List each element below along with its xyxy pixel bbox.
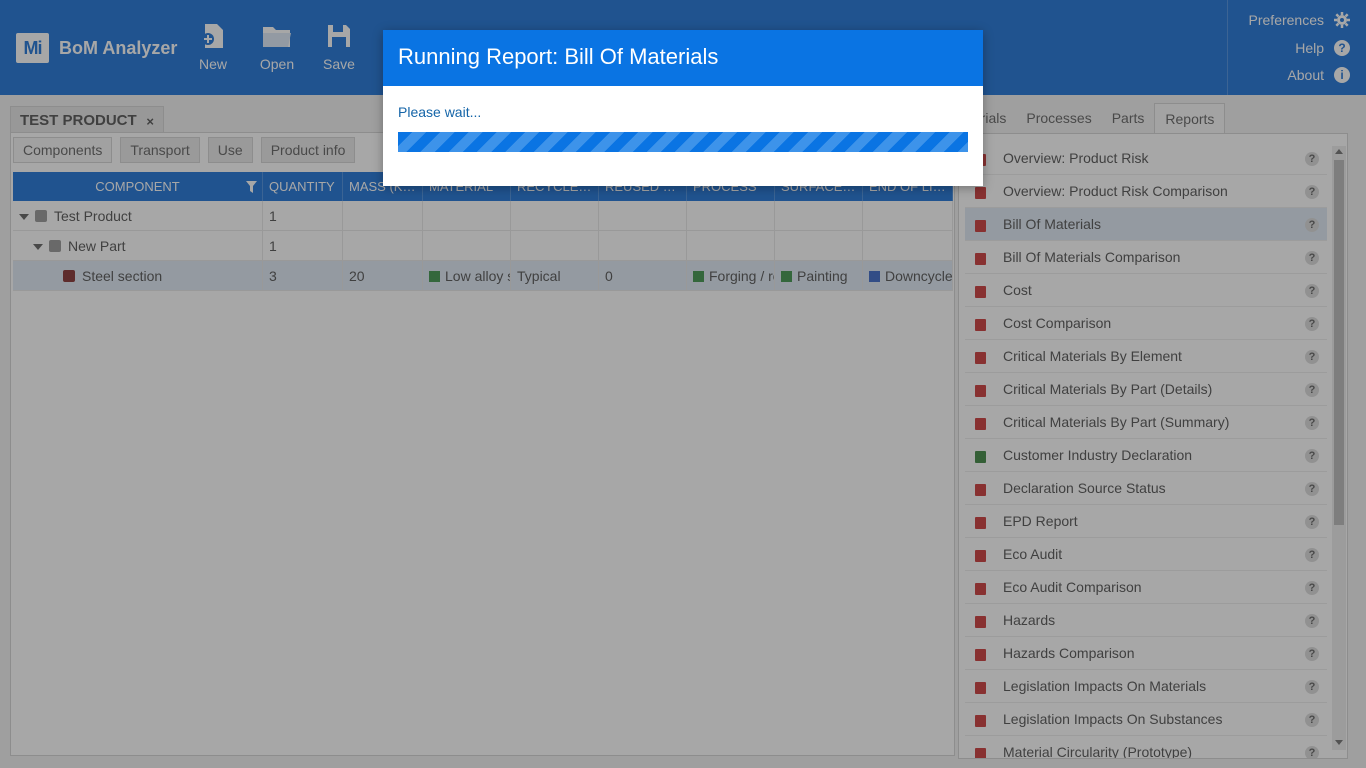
dialog-title: Running Report: Bill Of Materials	[383, 30, 983, 86]
dialog-message: Please wait...	[398, 104, 482, 120]
progress-bar	[398, 132, 968, 152]
progress-dialog: Running Report: Bill Of Materials Please…	[383, 30, 983, 186]
